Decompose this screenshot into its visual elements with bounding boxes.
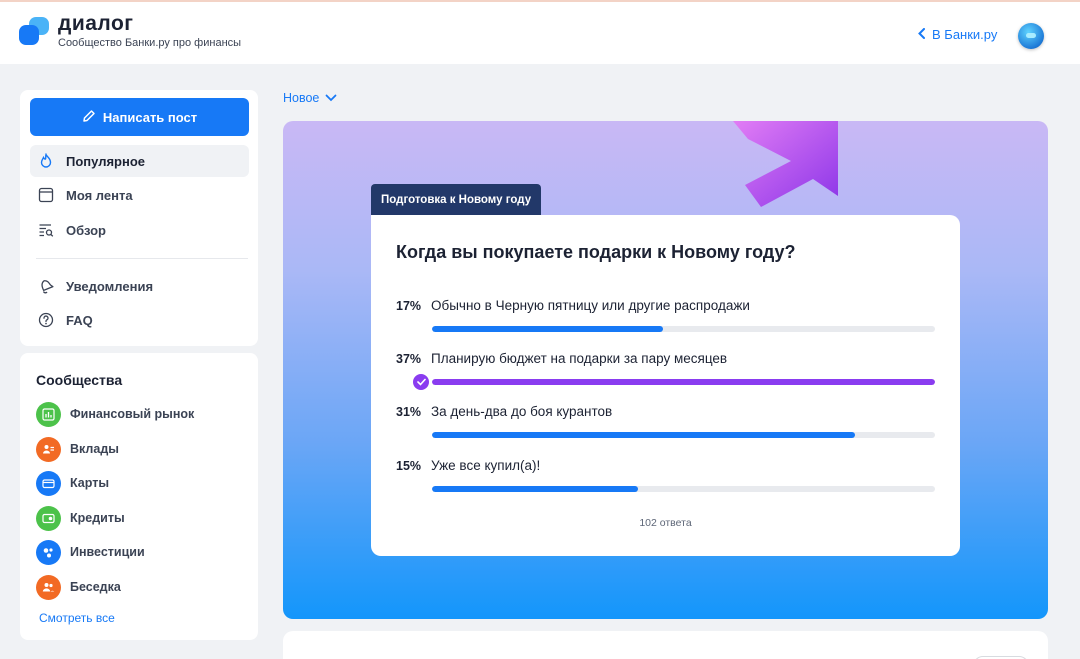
poll-option-label: Уже все купил(а)! — [431, 458, 541, 473]
sidebar-item-label: Моя лента — [66, 187, 133, 203]
poll-option-percent: 17% — [396, 298, 422, 313]
poll-option-label: За день-два до боя курантов — [431, 404, 613, 419]
sort-label: Новое — [283, 91, 320, 105]
write-post-button[interactable]: Написать пост — [30, 98, 249, 136]
community-label: Финансовый рынок — [70, 407, 195, 421]
poll-option-fill — [432, 326, 664, 332]
dialog-logo-icon[interactable] — [19, 15, 51, 47]
community-label: Кредиты — [70, 511, 125, 525]
community-gazebo[interactable]: Беседка — [36, 574, 121, 600]
chevron-left-icon — [918, 27, 925, 42]
poll-option-bar — [432, 432, 935, 438]
sidebar-item-overview[interactable]: Обзор — [30, 214, 249, 246]
poll-tag[interactable]: Подготовка к Новому году — [371, 184, 542, 215]
community-cards[interactable]: Карты — [36, 470, 109, 496]
credit-icon — [36, 505, 61, 531]
community-credits[interactable]: Кредиты — [36, 505, 125, 531]
sidebar-item-label: FAQ — [66, 312, 93, 328]
poll-option-bar — [432, 486, 935, 492]
card-icon — [36, 470, 61, 496]
sidebar-item-popular[interactable]: Популярное — [30, 145, 249, 177]
poll-option[interactable]: 31% За день-два до боя курантов — [396, 404, 936, 438]
poll-option-percent: 31% — [396, 404, 422, 419]
poll-option[interactable]: 15% Уже все купил(а)! — [396, 458, 936, 492]
deposit-icon — [36, 436, 61, 462]
pencil-icon — [82, 109, 96, 126]
poll-option[interactable]: 17% Обычно в Черную пятницу или другие р… — [396, 298, 936, 332]
bell-icon — [38, 278, 54, 294]
poll-option-bar — [432, 326, 935, 332]
sidebar-nav: Написать пост Популярное Моя лента Обзор… — [20, 90, 258, 346]
community-label: Вклады — [70, 442, 119, 456]
poll-votes-count: 102 ответа — [639, 517, 692, 529]
write-post-label: Написать пост — [102, 109, 198, 125]
header: диалог Сообщество Банки.ру про финансы В… — [0, 0, 1080, 64]
community-label: Беседка — [70, 580, 121, 594]
feed-icon — [38, 187, 54, 203]
community-label: Инвестиции — [70, 545, 145, 559]
chat-icon — [36, 574, 61, 600]
poll-card: Когда вы покупаете подарки к Новому году… — [371, 215, 960, 556]
communities-title: Сообщества — [36, 372, 123, 388]
poll-question: Когда вы покупаете подарки к Новому году… — [396, 242, 796, 262]
next-post-card — [283, 631, 1048, 659]
sidebar-item-label: Уведомления — [66, 278, 154, 294]
sidebar-item-notifications[interactable]: Уведомления — [30, 270, 249, 302]
brand-name[interactable]: диалог — [58, 12, 134, 36]
community-investments[interactable]: Инвестиции — [36, 539, 145, 565]
sidebar-item-label: Популярное — [66, 153, 146, 169]
poll-option-fill — [432, 379, 935, 385]
poll-option[interactable]: 37% Планирую бюджет на подарки за пару м… — [396, 351, 936, 390]
poll-option-bar — [432, 379, 935, 385]
community-label: Карты — [70, 476, 110, 490]
poll-option-label: Обычно в Черную пятницу или другие распр… — [431, 298, 750, 313]
sidebar-item-label: Обзор — [66, 222, 106, 238]
chevron-down-icon — [325, 91, 337, 105]
poll-option-label: Планирую бюджет на подарки за пару месяц… — [431, 351, 728, 366]
back-to-banki-link[interactable]: В Банки.ру — [918, 27, 997, 42]
chart-icon — [36, 401, 61, 427]
overview-icon — [38, 222, 54, 238]
community-deposits[interactable]: Вклады — [36, 436, 119, 462]
poll-option-percent: 15% — [396, 458, 422, 473]
sidebar-item-my-feed[interactable]: Моя лента — [30, 179, 249, 211]
poll-option-fill — [432, 432, 855, 438]
arrow-decoration-icon — [733, 121, 838, 207]
back-link-label: В Банки.ру — [932, 27, 998, 42]
user-avatar[interactable] — [1018, 23, 1044, 49]
sidebar-divider — [36, 258, 248, 259]
community-financial-market[interactable]: Финансовый рынок — [36, 401, 194, 427]
see-all-communities-link[interactable]: Смотреть все — [39, 611, 115, 625]
brand-subtitle: Сообщество Банки.ру про финансы — [58, 37, 242, 49]
poll-option-fill — [432, 486, 639, 492]
poll-option-percent: 37% — [396, 351, 422, 366]
invest-icon — [36, 539, 61, 565]
feed-sort-dropdown[interactable]: Новое — [283, 91, 337, 105]
question-icon — [38, 312, 54, 328]
fire-icon — [38, 153, 54, 169]
check-icon — [413, 374, 429, 390]
communities-panel: Сообщества Финансовый рынок Вклады Карты… — [20, 353, 258, 640]
sidebar-item-faq[interactable]: FAQ — [30, 304, 249, 336]
